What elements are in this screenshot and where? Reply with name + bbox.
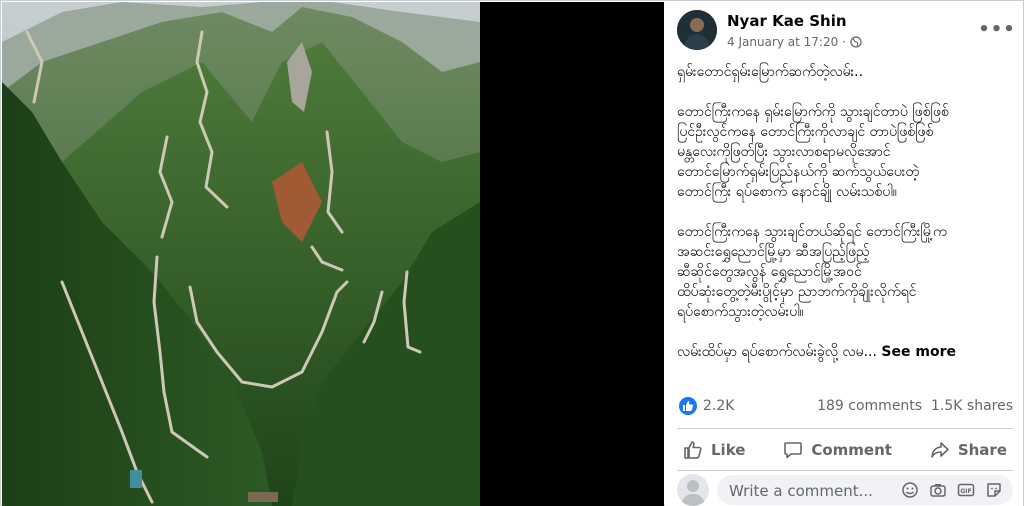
avatar-image	[677, 10, 717, 50]
comment-placeholder: Write a comment...	[729, 482, 873, 500]
like-reaction-icon[interactable]	[679, 397, 697, 415]
shares-count[interactable]: 1.5K shares	[931, 398, 1013, 414]
post-viewer: Nyar Kae Shin 4 January at 17:20 · ••• ရ…	[0, 0, 1024, 506]
sticker-icon[interactable]	[985, 481, 1003, 499]
post-text: ရှမ်းတောင်ရှမ်းမြောက်ဆက်တဲ့လမ်း.. တောင်က…	[677, 62, 1013, 362]
comment-composer: Write a comment... GIF	[677, 472, 1015, 506]
post-paragraph: တောင်ကြီးကနေ ရှမ်းမြောက်ကို သွားချင်တာပဲ…	[677, 104, 949, 200]
post-photo[interactable]	[2, 2, 480, 506]
camera-icon[interactable]	[929, 481, 947, 499]
author-avatar[interactable]	[677, 10, 717, 50]
divider	[677, 428, 1013, 429]
thumbs-up-icon	[684, 441, 702, 459]
share-arrow-icon	[931, 442, 949, 458]
action-bar: Like Comment Share	[677, 430, 1013, 470]
post-paragraph: ရှမ်းတောင်ရှမ်းမြောက်ဆက်တဲ့လမ်း..	[677, 64, 864, 80]
emoji-icon[interactable]	[901, 481, 919, 499]
share-label: Share	[957, 441, 1007, 459]
divider	[677, 470, 1013, 471]
engagement-counts: 2.2K 189 comments 1.5K shares	[677, 396, 1013, 420]
comment-label: Comment	[811, 441, 892, 459]
photo-viewer	[2, 2, 664, 506]
comment-tools: GIF	[901, 481, 1003, 499]
more-options-button[interactable]: •••	[978, 16, 1015, 44]
post-paragraph-truncated: လမ်းထိပ်မှာ ရပ်စောက်လမ်းခွဲလို့ လမ... Se…	[677, 342, 1013, 362]
default-avatar-icon	[677, 474, 709, 506]
see-more-link[interactable]: See more	[881, 344, 956, 360]
mountain-road-photo	[2, 2, 480, 506]
truncated-text: လမ်းထိပ်မှာ ရပ်စောက်လမ်းခွဲလို့ လမ...	[677, 344, 877, 360]
author-name[interactable]: Nyar Kae Shin	[727, 12, 847, 30]
comment-share-counts: 189 comments 1.5K shares	[817, 398, 1013, 414]
post-timestamp[interactable]: 4 January at 17:20	[727, 35, 838, 49]
globe-icon[interactable]	[850, 36, 862, 48]
reaction-count[interactable]: 2.2K	[703, 398, 734, 414]
like-label: Like	[711, 441, 746, 459]
separator: ·	[842, 35, 847, 49]
post-paragraph: တောင်ကြီးကနေ သွားချင်တယ်ဆိုရင် တောင်ကြီး…	[677, 224, 947, 320]
svg-text:GIF: GIF	[960, 488, 971, 495]
post-sidebar: Nyar Kae Shin 4 January at 17:20 · ••• ရ…	[665, 2, 1023, 506]
more-options-icon: •••	[978, 19, 1016, 40]
comments-count[interactable]: 189 comments	[817, 398, 922, 414]
post-meta: 4 January at 17:20 ·	[727, 35, 862, 49]
gif-icon[interactable]: GIF	[957, 481, 975, 499]
share-button[interactable]: Share	[924, 430, 1013, 470]
comment-bubble-icon	[784, 442, 803, 459]
comment-button[interactable]: Comment	[777, 430, 898, 470]
like-button[interactable]: Like	[677, 430, 751, 470]
viewer-avatar[interactable]	[677, 474, 709, 506]
comment-input[interactable]: Write a comment... GIF	[717, 475, 1013, 505]
post-header: Nyar Kae Shin 4 January at 17:20 · •••	[677, 10, 1017, 54]
